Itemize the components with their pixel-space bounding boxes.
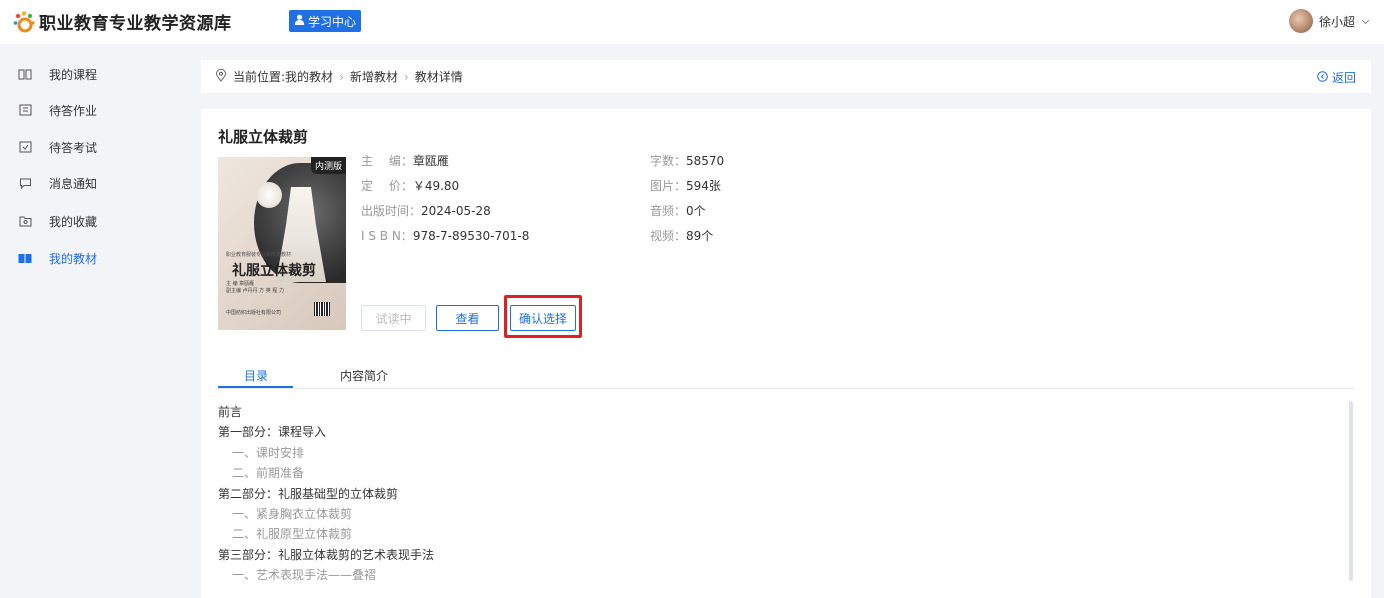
view-button[interactable]: 查看 [436,305,499,331]
sidebar-item-exam[interactable]: 待答考试 [18,137,97,157]
sidebar-item-favorites[interactable]: 我的收藏 [18,211,97,231]
back-button[interactable]: 返回 [1317,69,1356,86]
site-logo[interactable]: 职业教育专业教学资源库 [13,9,232,34]
site-title: 职业教育专业教学资源库 [39,14,232,34]
sidebar-item-label: 我的课程 [49,67,98,82]
meta-value: 58570 [686,154,725,168]
meta-editor: 主 编： 章瓯雁 [361,149,529,174]
meta-value: 2024-05-28 [421,204,491,218]
cover-authors: 主 编 章瓯雁 副主编 卢丹丹 方 英 程 力 [226,281,284,295]
tab-table-of-contents[interactable]: 目录 [244,367,268,384]
breadcrumb-prefix: 当前位置: [233,70,286,84]
confirm-select-button[interactable]: 确认选择 [510,305,576,331]
toc-item[interactable]: 第二部分：礼服基础型的立体裁剪 [218,484,1348,504]
book-meta-right: 字数： 58570 图片： 594张 音频： 0个 视频： 89个 [650,149,724,249]
meta-value: 章瓯雁 [412,154,449,168]
detail-tabs: 目录 内容简介 [218,359,1355,389]
meta-isbn: I S B N： 978-7-89530-701-8 [361,224,529,249]
meta-video: 视频： 89个 [650,224,724,249]
exam-icon [18,140,32,154]
active-tab-indicator [218,386,293,388]
study-center-label: 学习中心 [308,14,357,29]
meta-label: 字数： [650,154,687,168]
breadcrumb-item-textbook-detail: 教材详情 [414,70,463,84]
breadcrumb-item-my-textbooks[interactable]: 我的教材 [285,68,333,85]
breadcrumb-item-add-textbook[interactable]: 新增教材 [350,68,398,85]
meta-value: 0个 [686,204,706,218]
cover-publisher: 中国纺织出版社有限公司 [226,310,282,316]
book-open-icon [18,67,32,81]
toc-item[interactable]: 二、礼服原型立体裁剪 [218,524,1348,544]
user-menu[interactable]: 徐小超 [1288,9,1370,33]
sidebar-item-homework[interactable]: 待答作业 [18,100,97,120]
table-of-contents: 前言 第一部分：课程导入 一、课时安排 二、前期准备 第二部分：礼服基础型的立体… [218,402,1348,586]
location-pin-icon [215,68,227,85]
logo-icon [13,10,35,34]
meta-label: 定 价： [361,179,413,193]
sidebar-item-label: 我的收藏 [49,214,98,229]
meta-value: 89个 [686,229,714,243]
message-icon [18,176,32,190]
sidebar-item-label: 待答作业 [49,103,98,118]
toc-scrollbar[interactable] [1349,401,1353,581]
cover-editor: 主 编 章瓯雁 [226,281,255,287]
meta-value: ￥49.80 [412,179,460,193]
meta-label: 主 编： [361,154,413,168]
avatar [1288,9,1313,33]
toc-item[interactable]: 一、课时安排 [218,443,1348,463]
trial-reading-button[interactable]: 试读中 [361,305,426,331]
tab-content-summary[interactable]: 内容简介 [340,367,388,384]
chevron-down-icon [1361,14,1370,28]
meta-value: 594张 [686,179,721,193]
cover-series: 职业教育服装专业新形态教材 [226,252,292,258]
meta-label: 音频： [650,204,687,218]
toc-item[interactable]: 第一部分：课程导入 [218,422,1348,442]
breadcrumb-separator: › [403,69,409,84]
sidebar-item-label: 待答考试 [49,140,98,155]
sidebar-item-label: 我的教材 [49,251,98,266]
meta-label: I S B N： [361,229,413,243]
book-meta-left: 主 编： 章瓯雁 定 价： ￥49.80 出版时间： 2024-05-28 I … [361,149,529,249]
sidebar-item-messages[interactable]: 消息通知 [18,173,97,193]
meta-publish-date: 出版时间： 2024-05-28 [361,199,529,224]
back-circle-icon [1317,70,1328,85]
cover-flower-shape [256,182,282,208]
meta-images: 图片： 594张 [650,174,724,199]
meta-price: 定 价： ￥49.80 [361,174,529,199]
user-name: 徐小超 [1318,14,1355,29]
meta-label: 视频： [650,229,687,243]
breadcrumb-separator: › [339,69,344,84]
cover-co-editors: 副主编 卢丹丹 方 英 程 力 [226,288,284,294]
toc-item[interactable]: 一、艺术表现手法——叠褶 [218,565,1348,585]
cover-ribbon: 内测版 [310,157,346,174]
sidebar-item-label: 消息通知 [49,176,98,191]
toc-item[interactable]: 第三部分：礼服立体裁剪的艺术表现手法 [218,545,1348,565]
homework-icon [18,103,32,117]
sidebar-item-textbooks[interactable]: 我的教材 [18,248,97,268]
book-cover: 内测版 职业教育服装专业新形态教材 礼服立体裁剪 主 编 章瓯雁 副主编 卢丹丹… [218,157,346,330]
barcode-icon [314,302,330,316]
study-center-button[interactable]: 学习中心 [289,10,362,32]
toc-item[interactable]: 二、前期准备 [218,463,1348,483]
person-icon [294,14,305,28]
top-bar: 职业教育专业教学资源库 学习中心 徐小超 [0,0,1384,44]
cover-title: 礼服立体裁剪 [232,263,316,279]
meta-label: 出版时间： [361,204,422,218]
sidebar: 我的课程 待答作业 待答考试 消息通知 我的收藏 我的教材 [0,44,200,598]
toc-item[interactable]: 前言 [218,402,1348,422]
meta-audio: 音频： 0个 [650,199,724,224]
breadcrumb: 当前位置: 我的教材 › 新增教材 › 教材详情 返回 [201,60,1371,93]
folder-star-icon [18,214,32,228]
meta-label: 图片： [650,179,687,193]
toc-item[interactable]: 一、紧身胸衣立体裁剪 [218,504,1348,524]
back-label: 返回 [1331,71,1356,85]
textbook-icon [18,251,32,265]
sidebar-item-my-courses[interactable]: 我的课程 [18,64,97,84]
meta-value: 978-7-89530-701-8 [412,229,530,243]
textbook-detail-panel: 礼服立体裁剪 内测版 职业教育服装专业新形态教材 礼服立体裁剪 主 编 章瓯雁 … [201,109,1371,598]
page-title: 礼服立体裁剪 [218,128,309,146]
meta-word-count: 字数： 58570 [650,149,724,174]
